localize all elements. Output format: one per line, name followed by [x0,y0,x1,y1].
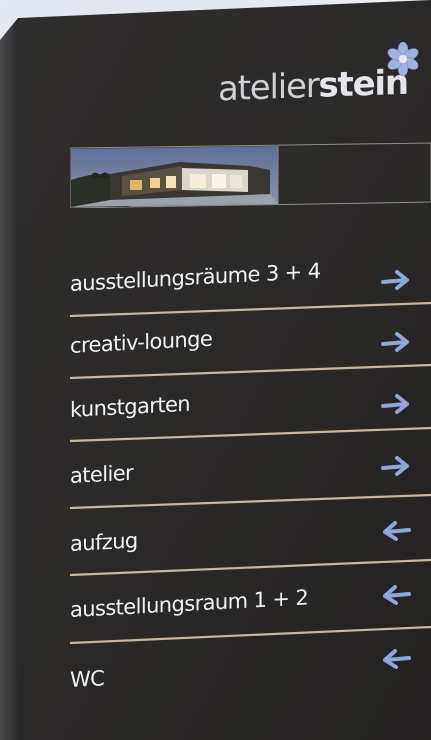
row-label-atelier: atelier [70,460,134,488]
arrow-left-icon [383,585,411,605]
logo-text-light: atelier [218,65,319,110]
arrow-left-icon [383,649,411,669]
wayfinding-sign: atelierstein ausstellungsräume 3 + 4 cre… [0,0,431,740]
sign-logo: atelierstein [218,63,408,120]
arrow-right-icon [381,270,409,290]
arrow-right-icon [381,332,409,352]
building-photo [70,142,431,208]
building-photo-frame [70,140,431,208]
row-label-wc: WC [70,666,105,692]
sign-edge [0,18,18,740]
flower-logo-icon [387,42,419,76]
arrow-right-icon [381,394,409,414]
arrow-right-icon [381,456,409,476]
row-label-aufzug: aufzug [70,528,138,556]
arrow-left-icon [383,521,411,541]
